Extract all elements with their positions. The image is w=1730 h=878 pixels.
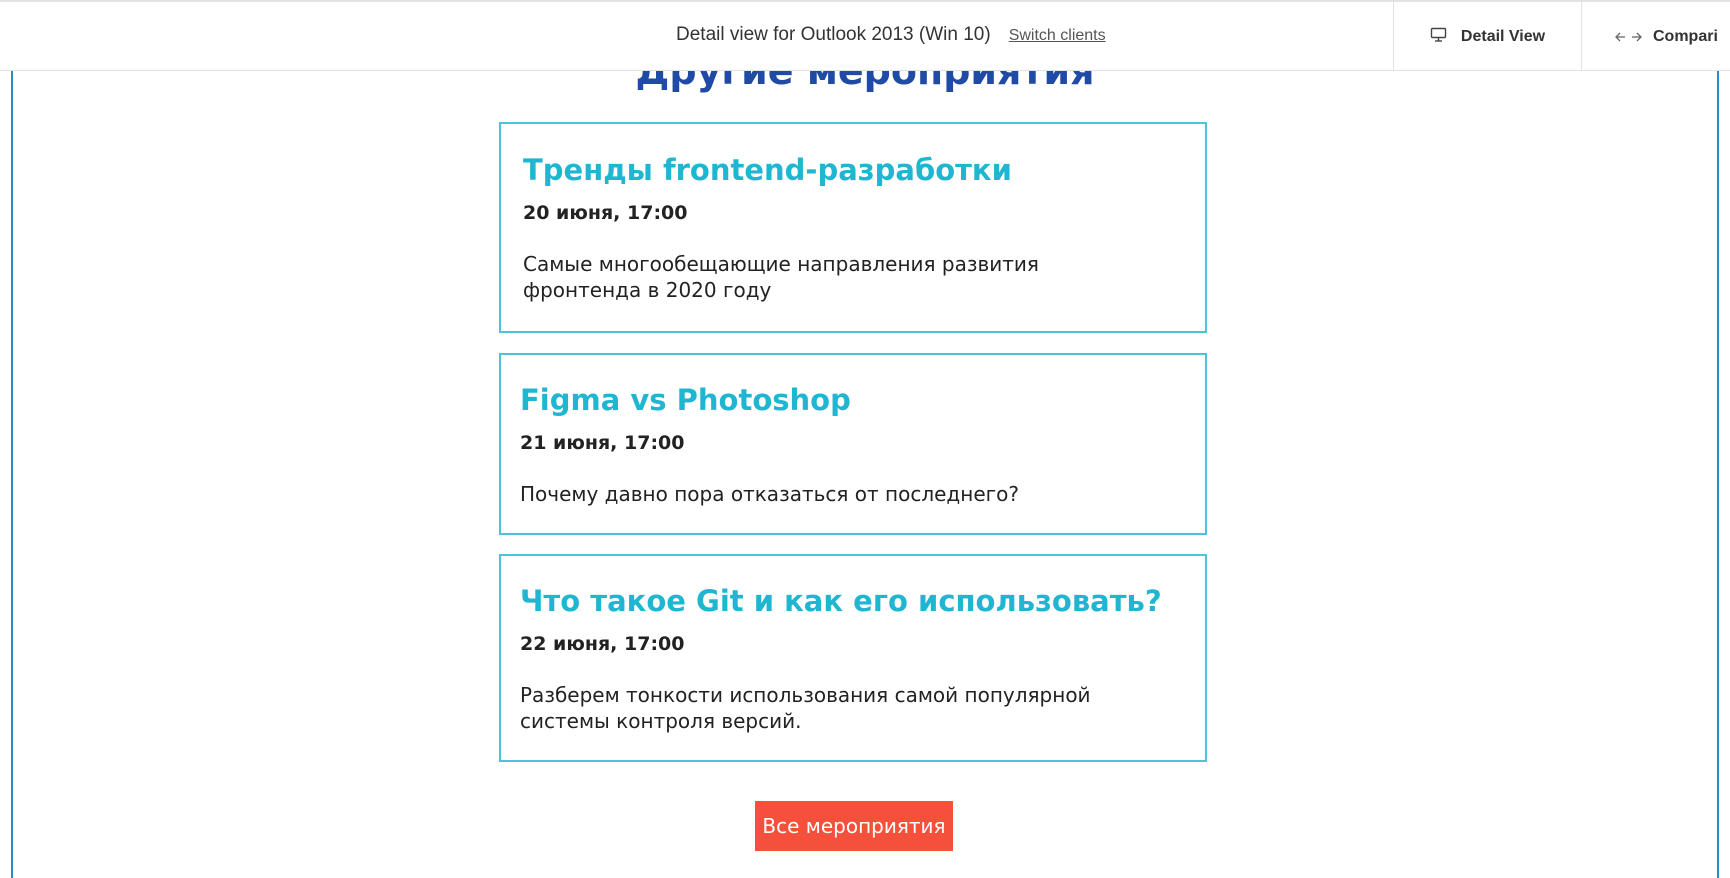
- detail-view-label: Detail View: [1460, 27, 1546, 45]
- event-card: Что такое Git и как его использовать? 22…: [499, 554, 1207, 762]
- client-info: Detail view for Outlook 2013 (Win 10) Sw…: [676, 24, 1106, 46]
- compare-button[interactable]: Compari: [1582, 2, 1730, 71]
- event-card: Figma vs Photoshop 21 июня, 17:00 Почему…: [499, 353, 1207, 535]
- event-description: Разберем тонкости использования самой по…: [520, 683, 1091, 733]
- event-description: Почему давно пора отказаться от последне…: [520, 482, 1019, 506]
- event-date: 20 июня, 17:00: [523, 202, 688, 224]
- compare-label: Compari: [1653, 27, 1718, 45]
- client-title: Detail view for Outlook 2013 (Win 10): [676, 24, 991, 45]
- monitor-icon: [1430, 27, 1447, 47]
- event-title[interactable]: Тренды frontend-разработки: [523, 153, 1012, 187]
- event-title[interactable]: Figma vs Photoshop: [520, 383, 851, 417]
- detail-view-button[interactable]: Detail View: [1394, 2, 1581, 71]
- event-card: Тренды frontend-разработки 20 июня, 17:0…: [499, 122, 1207, 333]
- switch-clients-link[interactable]: Switch clients: [1009, 27, 1106, 45]
- event-description: Самые многообещающие направления развити…: [523, 252, 1039, 302]
- preview-toolbar: Detail view for Outlook 2013 (Win 10) Sw…: [0, 0, 1730, 71]
- all-events-button[interactable]: Все мероприятия: [755, 801, 953, 851]
- arrows-left-right-icon: [1614, 31, 1643, 43]
- event-title[interactable]: Что такое Git и как его использовать?: [520, 584, 1162, 618]
- event-date: 21 июня, 17:00: [520, 432, 685, 454]
- event-date: 22 июня, 17:00: [520, 633, 685, 655]
